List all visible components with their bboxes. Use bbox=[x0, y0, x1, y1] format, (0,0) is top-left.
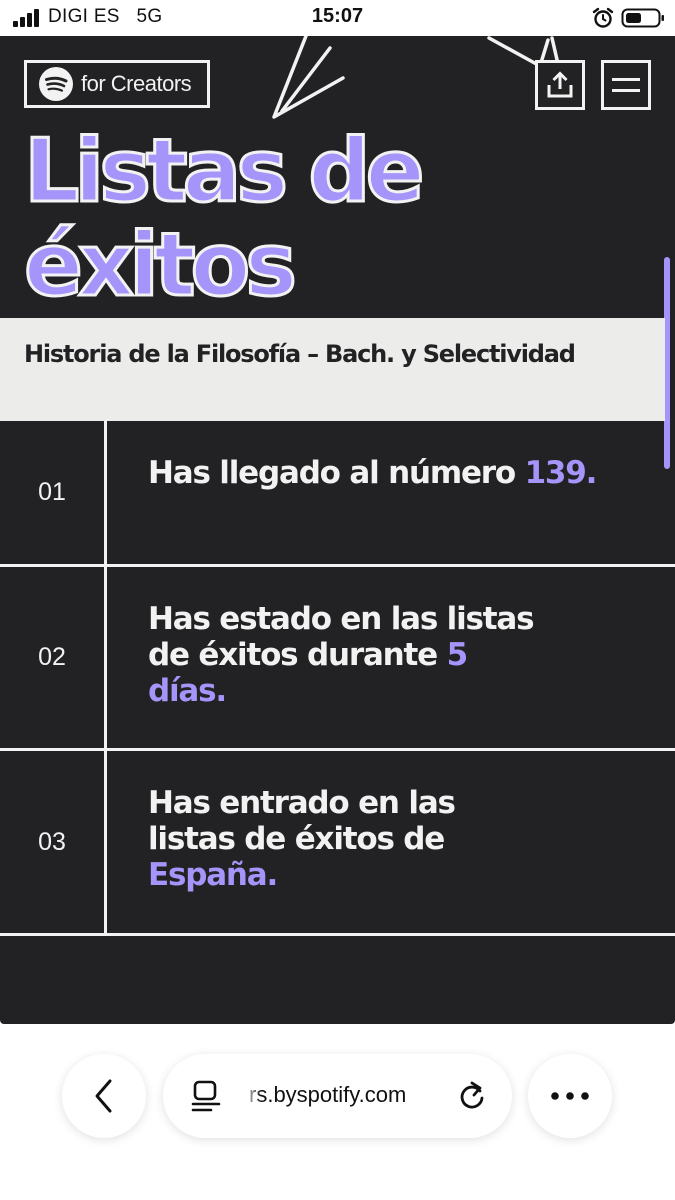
stat-text: Has entrado en las listas de éxitos de E… bbox=[148, 785, 528, 893]
status-bar: DIGI ES 5G 15:07 bbox=[0, 0, 675, 36]
stat-row: 01 Has llegado al número 139. bbox=[0, 421, 675, 567]
stat-row: 03 Has entrado en las listas de éxitos d… bbox=[0, 751, 675, 936]
stat-text-body: Has llegado al número bbox=[148, 455, 525, 491]
chevron-left-icon bbox=[95, 1079, 112, 1113]
stat-text: Has llegado al número 139. bbox=[148, 455, 598, 491]
browser-toolbar: rs.byspotify.com bbox=[0, 1024, 675, 1200]
back-button[interactable] bbox=[62, 1054, 146, 1138]
more-dots-icon bbox=[551, 1092, 589, 1100]
podcast-name: Historia de la Filosofía – Bach. y Selec… bbox=[24, 340, 576, 368]
stat-number: 03 bbox=[0, 751, 107, 933]
alarm-icon bbox=[592, 7, 614, 28]
url-fade bbox=[243, 1074, 261, 1114]
battery-icon bbox=[621, 8, 664, 28]
stat-number: 02 bbox=[0, 567, 107, 748]
creators-page: for Creators Listas de éxitos Historia d… bbox=[0, 36, 675, 1024]
clock: 15:07 bbox=[311, 5, 364, 27]
logo-text: for Creators bbox=[81, 71, 192, 96]
podcast-name-band: Historia de la Filosofía – Bach. y Selec… bbox=[0, 318, 665, 421]
share-upload-icon bbox=[547, 71, 573, 98]
address-bar[interactable]: rs.byspotify.com bbox=[163, 1054, 512, 1138]
more-options-button[interactable] bbox=[528, 1054, 612, 1138]
stat-row: 02 Has estado en las listas de éxitos du… bbox=[0, 567, 675, 751]
menu-button[interactable] bbox=[601, 60, 651, 110]
spotify-for-creators-logo[interactable]: for Creators bbox=[24, 60, 210, 108]
page-title: Listas de éxitos bbox=[23, 120, 427, 316]
stat-text-body: Has entrado en las listas de éxitos de bbox=[148, 785, 456, 857]
reload-icon[interactable] bbox=[457, 1080, 487, 1112]
hamburger-menu-icon bbox=[612, 78, 640, 92]
spotify-icon bbox=[39, 67, 73, 101]
stat-highlight: 139. bbox=[524, 455, 598, 491]
share-button[interactable] bbox=[535, 60, 585, 110]
page-format-icon[interactable] bbox=[191, 1080, 221, 1112]
stat-text-body: Has estado en las listas de éxitos duran… bbox=[148, 601, 535, 673]
stat-text: Has estado en las listas de éxitos duran… bbox=[148, 601, 548, 709]
url-text: rs.byspotify.com bbox=[249, 1082, 407, 1107]
stat-number: 01 bbox=[0, 421, 107, 564]
stats-list: 01 Has llegado al número 139. 02 Has est… bbox=[0, 421, 675, 936]
stat-highlight: España. bbox=[148, 857, 278, 893]
